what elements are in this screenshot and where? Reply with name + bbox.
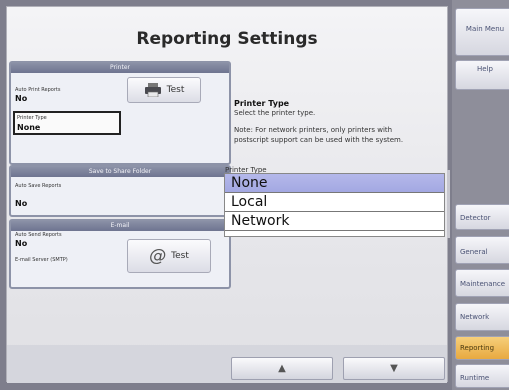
share-folder-group-header: Save to Share Folder [11, 167, 229, 177]
help-description: Select the printer type. [234, 109, 316, 117]
main-menu-button[interactable]: Main Menu [455, 8, 509, 56]
printer-type-label: Printer Type [17, 115, 47, 121]
help-text: Printer Type Select the printer type. No… [234, 99, 449, 145]
printer-test-label: Test [166, 85, 185, 95]
help-title: Printer Type [234, 99, 290, 108]
printer-type-list: None Local Network [224, 173, 445, 237]
list-item-local[interactable]: Local [225, 193, 444, 212]
scroll-up-button[interactable]: ▲ [231, 357, 333, 380]
right-nav-column [452, 0, 509, 390]
auto-print-value[interactable]: No [15, 94, 27, 103]
help-note-line1: Note: For network printers, only printer… [234, 126, 393, 134]
down-arrow-icon: ▼ [390, 363, 398, 374]
email-test-button[interactable]: @ Test [127, 239, 211, 273]
nav-runtime[interactable]: Runtime [455, 364, 509, 388]
printer-icon [144, 83, 161, 97]
at-sign-icon: @ [149, 246, 167, 266]
auto-send-value[interactable]: No [15, 239, 27, 248]
printer-test-button[interactable]: Test [127, 77, 201, 103]
smtp-server-label[interactable]: E-mail Server (SMTP) [15, 257, 68, 263]
email-group: E-mail Auto Send Reports No E-mail Serve… [9, 219, 231, 289]
nav-maintenance[interactable]: Maintenance [455, 269, 509, 297]
printer-type-value: None [17, 123, 41, 132]
list-item-none[interactable]: None [225, 174, 444, 193]
page-title: Reporting Settings [136, 29, 318, 49]
email-test-label: Test [171, 251, 189, 261]
auto-print-label: Auto Print Reports [15, 87, 61, 93]
nav-reporting[interactable]: Reporting [455, 336, 509, 360]
help-note-line2: postscript support can be used with the … [234, 136, 404, 144]
nav-general[interactable]: General [455, 236, 509, 264]
list-item-network[interactable]: Network [225, 212, 444, 231]
email-group-header: E-mail [11, 221, 229, 231]
up-arrow-icon: ▲ [278, 363, 286, 374]
help-button[interactable]: Help [455, 60, 509, 90]
printer-group: Printer Auto Print Reports No Test Print… [9, 61, 231, 165]
nav-network[interactable]: Network [455, 303, 509, 331]
scroll-down-button[interactable]: ▼ [343, 357, 445, 380]
auto-save-value[interactable]: No [15, 199, 27, 208]
auto-save-label: Auto Save Reports [15, 183, 62, 189]
printer-group-header: Printer [11, 63, 229, 73]
share-folder-group: Save to Share Folder Auto Save Reports N… [9, 165, 231, 217]
nav-detector[interactable]: Detector [455, 204, 509, 230]
auto-send-label: Auto Send Reports [15, 232, 62, 238]
list-scrollbar[interactable] [447, 170, 450, 238]
printer-type-field[interactable]: Printer Type None [13, 111, 121, 135]
